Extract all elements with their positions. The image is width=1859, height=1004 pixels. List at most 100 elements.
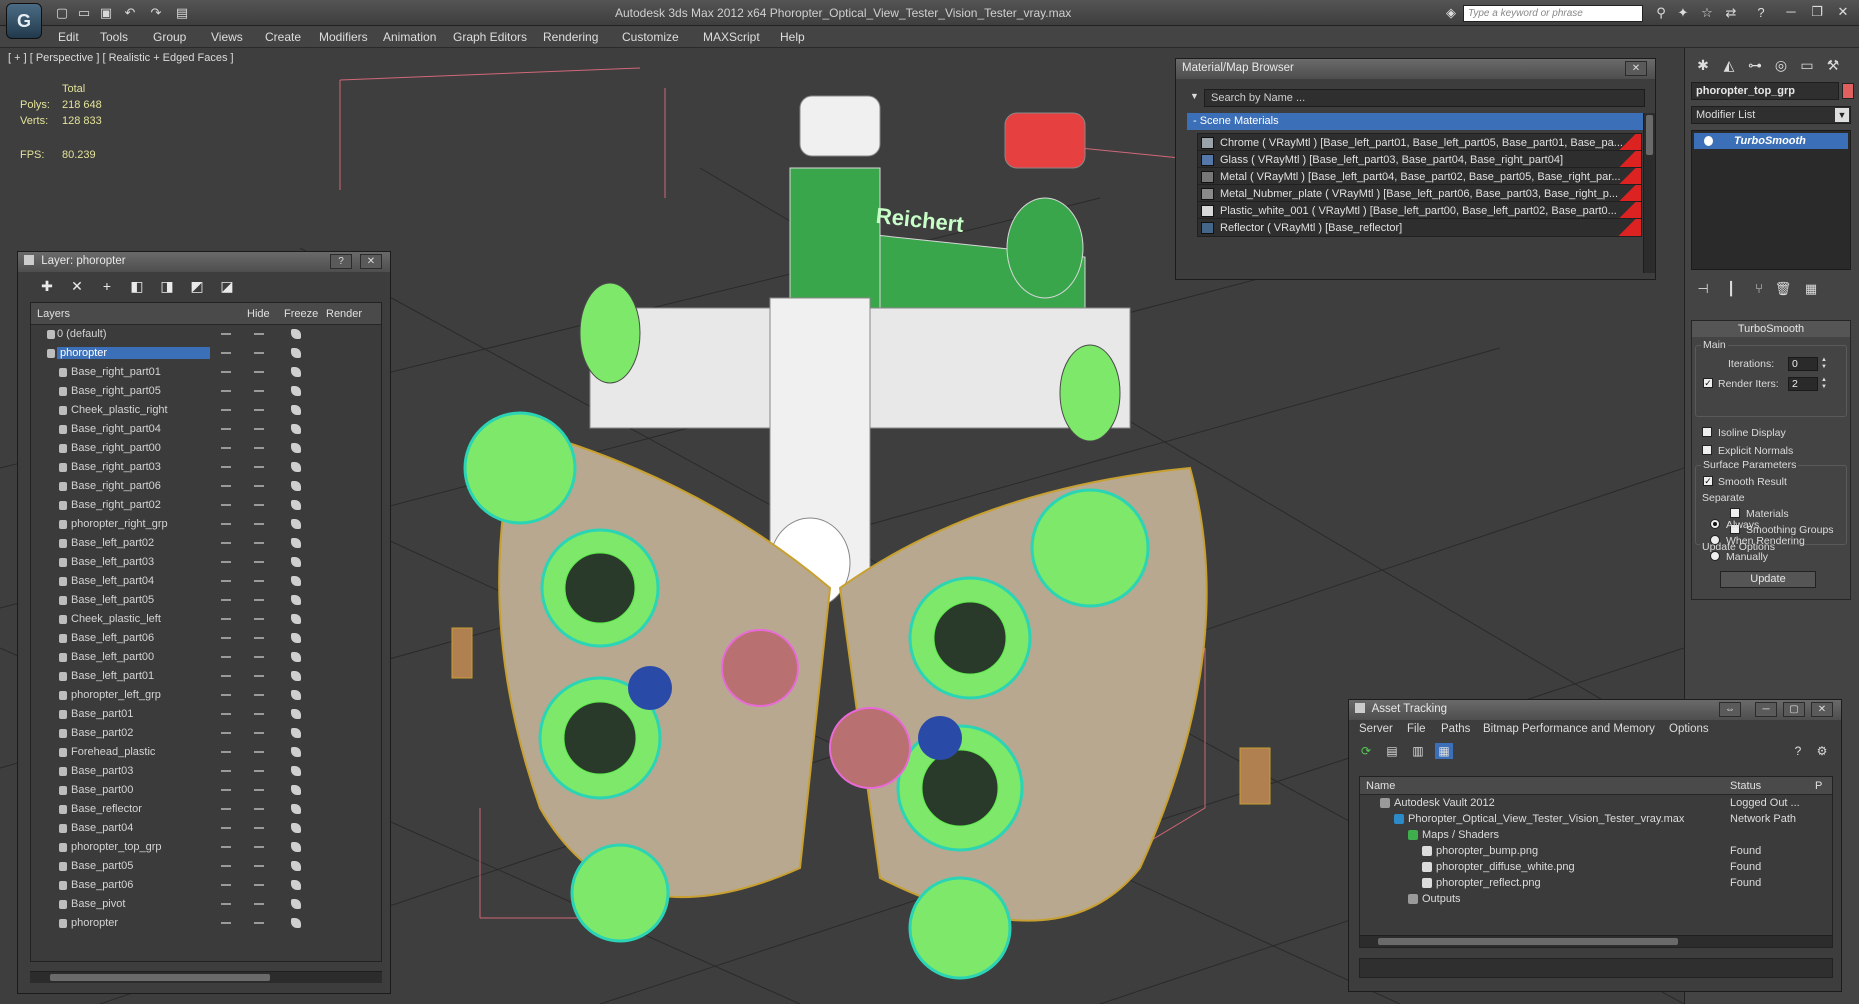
render-teapot-icon[interactable] (291, 557, 301, 567)
utilities-tab-icon[interactable]: ⚒ (1821, 54, 1845, 76)
render-teapot-icon[interactable] (291, 481, 301, 491)
freeze-toggle[interactable] (254, 409, 264, 411)
close-button[interactable]: ✕ (1830, 2, 1856, 22)
layer-row[interactable]: Forehead_plastic (31, 743, 381, 762)
close-asset-tracking-button[interactable]: ✕ (1811, 702, 1833, 717)
highlight-layer-icon[interactable]: ◨ (158, 278, 176, 294)
col-freeze[interactable]: Freeze (284, 308, 318, 320)
freeze-toggle[interactable] (254, 922, 264, 924)
show-end-result-icon[interactable]: ┃ (1721, 280, 1741, 298)
hide-toggle[interactable] (221, 599, 231, 601)
freeze-toggle[interactable] (254, 561, 264, 563)
material-search-input[interactable]: Search by Name ... (1204, 89, 1645, 107)
hide-toggle[interactable] (221, 713, 231, 715)
layer-row[interactable]: Base_left_part02 (31, 534, 381, 553)
asset-hscroll-thumb[interactable] (1378, 938, 1678, 945)
at-menu-paths[interactable]: Paths (1441, 723, 1470, 735)
create-tab-icon[interactable]: ✱ (1691, 54, 1715, 76)
render-teapot-icon[interactable] (291, 614, 301, 624)
project-folder-icon[interactable]: ▤ (172, 4, 192, 22)
layer-row[interactable]: phoropter_left_grp (31, 686, 381, 705)
col-hide[interactable]: Hide (247, 308, 270, 320)
iterations-spinner-arrows[interactable]: ▲ ▼ (1820, 357, 1828, 371)
hide-toggle[interactable] (221, 333, 231, 335)
freeze-toggle[interactable] (254, 656, 264, 658)
hide-toggle[interactable] (221, 561, 231, 563)
layer-hscroll-thumb[interactable] (50, 974, 270, 981)
at-menu-file[interactable]: File (1407, 723, 1426, 735)
layer-row[interactable]: phoropter (31, 914, 381, 933)
new-icon[interactable]: ▢ (52, 4, 72, 22)
render-teapot-icon[interactable] (291, 652, 301, 662)
menu-maxscript[interactable]: MAXScript (703, 30, 760, 44)
menu-create[interactable]: Create (265, 30, 301, 44)
hide-toggle[interactable] (221, 428, 231, 430)
hide-toggle[interactable] (221, 751, 231, 753)
freeze-toggle[interactable] (254, 903, 264, 905)
layer-hscrollbar[interactable] (30, 971, 382, 983)
layer-row[interactable]: Base_part01 (31, 705, 381, 724)
help-button[interactable]: ? (330, 254, 352, 269)
display-tab-icon[interactable]: ▭ (1795, 54, 1819, 76)
freeze-toggle[interactable] (254, 504, 264, 506)
save-icon[interactable]: ▣ (96, 4, 116, 22)
manually-radio[interactable] (1710, 551, 1720, 561)
search-icon[interactable]: ⚲ (1650, 4, 1672, 22)
freeze-toggle[interactable] (254, 371, 264, 373)
material-browser-title[interactable]: Material/Map Browser ✕ (1176, 59, 1655, 79)
layer-row[interactable]: Base_pivot (31, 895, 381, 914)
layer-row[interactable]: Cheek_plastic_left (31, 610, 381, 629)
at-settings-icon[interactable]: ⚙ (1813, 743, 1831, 759)
render-teapot-icon[interactable] (291, 918, 301, 928)
hierarchy-tab-icon[interactable]: ⊶ (1743, 54, 1767, 76)
material-vscrollbar[interactable] (1643, 113, 1655, 273)
undo-icon[interactable]: ↶ (120, 4, 140, 22)
remove-modifier-icon[interactable]: 🗑 (1773, 280, 1793, 298)
render-teapot-icon[interactable] (291, 424, 301, 434)
freeze-toggle[interactable] (254, 827, 264, 829)
render-teapot-icon[interactable] (291, 386, 301, 396)
always-radio[interactable] (1710, 519, 1720, 529)
render-teapot-icon[interactable] (291, 348, 301, 358)
render-teapot-icon[interactable] (291, 595, 301, 605)
hide-toggle[interactable] (221, 827, 231, 829)
asset-tracking-title[interactable]: Asset Tracking ⇔ ─ ▢ ✕ (1349, 700, 1841, 720)
render-teapot-icon[interactable] (291, 823, 301, 833)
col-name[interactable]: Name (1366, 780, 1395, 792)
freeze-toggle[interactable] (254, 352, 264, 354)
help-search-input[interactable]: Type a keyword or phrase (1463, 5, 1643, 22)
render-teapot-icon[interactable] (291, 842, 301, 852)
update-button[interactable]: Update (1720, 571, 1816, 588)
asset-row[interactable]: phoropter_diffuse_white.png Found (1360, 859, 1832, 875)
render-teapot-icon[interactable] (291, 462, 301, 472)
menu-views[interactable]: Views (211, 30, 243, 44)
layer-row[interactable]: Base_part00 (31, 781, 381, 800)
hide-toggle[interactable] (221, 808, 231, 810)
layer-row[interactable]: Base_right_part06 (31, 477, 381, 496)
render-iters-spinner-arrows[interactable]: ▲ ▼ (1820, 377, 1828, 391)
hide-toggle[interactable] (221, 447, 231, 449)
menu-graph-editors[interactable]: Graph Editors (453, 30, 527, 44)
freeze-toggle[interactable] (254, 485, 264, 487)
freeze-toggle[interactable] (254, 770, 264, 772)
hide-toggle[interactable] (221, 523, 231, 525)
refresh-icon[interactable]: ⟳ (1357, 743, 1375, 759)
freeze-toggle[interactable] (254, 789, 264, 791)
hide-toggle[interactable] (221, 922, 231, 924)
render-teapot-icon[interactable] (291, 899, 301, 909)
freeze-toggle[interactable] (254, 580, 264, 582)
hide-toggle[interactable] (221, 732, 231, 734)
menu-group[interactable]: Group (153, 30, 186, 44)
render-teapot-icon[interactable] (291, 709, 301, 719)
asset-row[interactable]: phoropter_bump.png Found (1360, 843, 1832, 859)
pin-stack-icon[interactable]: ⊣ (1693, 280, 1713, 298)
layer-row[interactable]: Base_part04 (31, 819, 381, 838)
col-path[interactable]: P (1815, 780, 1822, 792)
hide-toggle[interactable] (221, 409, 231, 411)
open-icon[interactable]: ▭ (74, 4, 94, 22)
close-material-browser-button[interactable]: ✕ (1625, 61, 1647, 76)
hide-toggle[interactable] (221, 675, 231, 677)
freeze-toggle[interactable] (254, 732, 264, 734)
app-logo-icon[interactable]: G (6, 3, 42, 39)
layer-row[interactable]: Base_left_part06 (31, 629, 381, 648)
